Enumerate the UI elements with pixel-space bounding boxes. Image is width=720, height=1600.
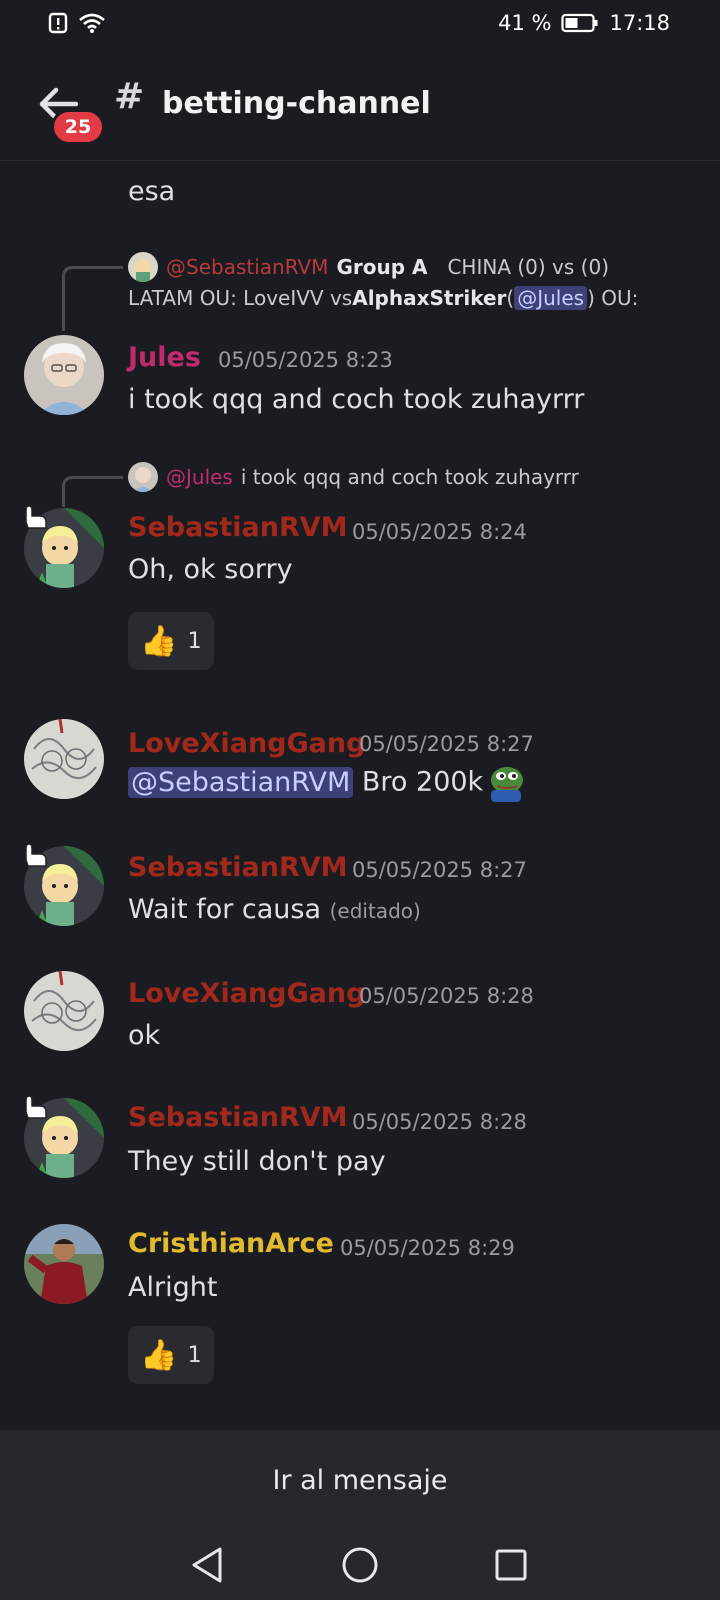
message-text: Oh, ok sorry	[128, 554, 293, 585]
hand-icon	[25, 1095, 47, 1119]
timestamp: 05/05/2025 8:28	[352, 1110, 527, 1134]
username[interactable]: SebastianRVM	[128, 852, 348, 883]
channel-header: 25 # betting-channel	[0, 50, 720, 161]
mention[interactable]: @SebastianRVM	[128, 766, 354, 798]
timestamp: 05/05/2025 8:27	[359, 732, 534, 756]
mini-avatar-jules	[128, 462, 158, 492]
reply-text: ) OU:	[587, 286, 639, 310]
message-text: Wait for causa (editado)	[128, 894, 421, 925]
thumbs-up-icon: 👍	[140, 623, 178, 659]
reply-mention[interactable]: @SebastianRVM	[166, 255, 328, 279]
message-body: Wait for causa	[128, 894, 322, 925]
avatar-lovexianggang[interactable]	[24, 971, 104, 1051]
reply-text: CHINA (0) vs (0)	[447, 255, 610, 279]
edited-label: (editado)	[329, 899, 421, 923]
nav-back-button[interactable]	[184, 1540, 234, 1590]
message-text: Alright	[128, 1272, 218, 1303]
channel-title[interactable]: betting-channel	[162, 86, 431, 121]
alert-icon	[48, 12, 68, 34]
username[interactable]: SebastianRVM	[128, 512, 348, 543]
system-nav-bar	[0, 1530, 720, 1600]
username[interactable]: CristhianArce	[128, 1228, 334, 1259]
jump-to-message-button[interactable]: Ir al mensaje	[0, 1430, 720, 1530]
reply-preview[interactable]: @Jules i took qqq and coch took zuhayrrr	[128, 462, 579, 492]
avatar-cristhianarce[interactable]	[24, 1224, 104, 1304]
unread-badge: 25	[54, 112, 102, 142]
reply-connector	[62, 266, 123, 331]
message-text: esa	[128, 176, 176, 207]
message-body: Bro 200k	[353, 766, 484, 798]
clock: 17:18	[609, 11, 670, 35]
status-right: 41 % 17:18	[498, 11, 670, 35]
reply-text: LATAM OU: LoveIVV vs	[128, 286, 353, 310]
username[interactable]: LoveXiangGang	[128, 978, 365, 1009]
hand-icon	[25, 843, 47, 867]
pepe-emoji-icon	[491, 767, 524, 802]
status-left	[48, 12, 106, 34]
timestamp: 05/05/2025 8:29	[340, 1236, 515, 1260]
reaction-count: 1	[187, 1342, 202, 1368]
message-text: They still don't pay	[128, 1146, 386, 1177]
reply-mention[interactable]: @Jules	[514, 286, 588, 310]
battery-icon	[561, 13, 598, 33]
timestamp: 05/05/2025 8:24	[352, 520, 527, 544]
avatar-jules[interactable]	[24, 335, 104, 415]
timestamp: 05/05/2025 8:28	[359, 984, 534, 1008]
reply-preview[interactable]: @SebastianRVM Group A CHINA (0) vs (0)	[128, 252, 609, 282]
avatar-lovexianggang[interactable]	[24, 719, 104, 799]
timestamp: 05/05/2025 8:27	[352, 858, 527, 882]
battery-percent: 41 %	[498, 11, 552, 35]
reply-preview-line2: LATAM OU: LoveIVV vs AlphaxStriker ( @Ju…	[128, 286, 638, 310]
message-text: ok	[128, 1020, 161, 1051]
reply-bold: Group A	[336, 255, 428, 279]
reaction-count: 1	[187, 628, 202, 654]
thumbs-up-icon: 👍	[140, 1337, 178, 1373]
reply-text: (	[506, 286, 515, 310]
hand-icon	[25, 505, 47, 529]
reaction-thumbs-up[interactable]: 👍 1	[128, 1326, 214, 1384]
home-circle-icon	[342, 1547, 378, 1583]
reply-bold: AlphaxStriker	[352, 286, 507, 310]
channel-hash-icon: #	[114, 76, 145, 117]
message-text: i took qqq and coch took zuhayrrr	[128, 384, 585, 415]
recents-square-icon	[495, 1549, 527, 1581]
username[interactable]: LoveXiangGang	[128, 728, 365, 759]
timestamp: 05/05/2025 8:23	[218, 348, 393, 372]
message-text: @SebastianRVM Bro 200k	[128, 764, 525, 802]
back-triangle-icon	[192, 1547, 222, 1583]
wifi-icon	[79, 13, 105, 33]
reply-text: i took qqq and coch took zuhayrrr	[240, 465, 579, 489]
mini-avatar-sebastian	[128, 252, 158, 282]
status-bar: 41 % 17:18	[0, 0, 720, 50]
reaction-thumbs-up[interactable]: 👍 1	[128, 612, 214, 670]
username[interactable]: Jules	[128, 342, 201, 373]
username[interactable]: SebastianRVM	[128, 1102, 348, 1133]
nav-recents-button[interactable]	[486, 1540, 536, 1590]
reply-mention[interactable]: @Jules	[166, 465, 233, 489]
nav-home-button[interactable]	[335, 1540, 385, 1590]
reply-connector	[62, 476, 123, 507]
